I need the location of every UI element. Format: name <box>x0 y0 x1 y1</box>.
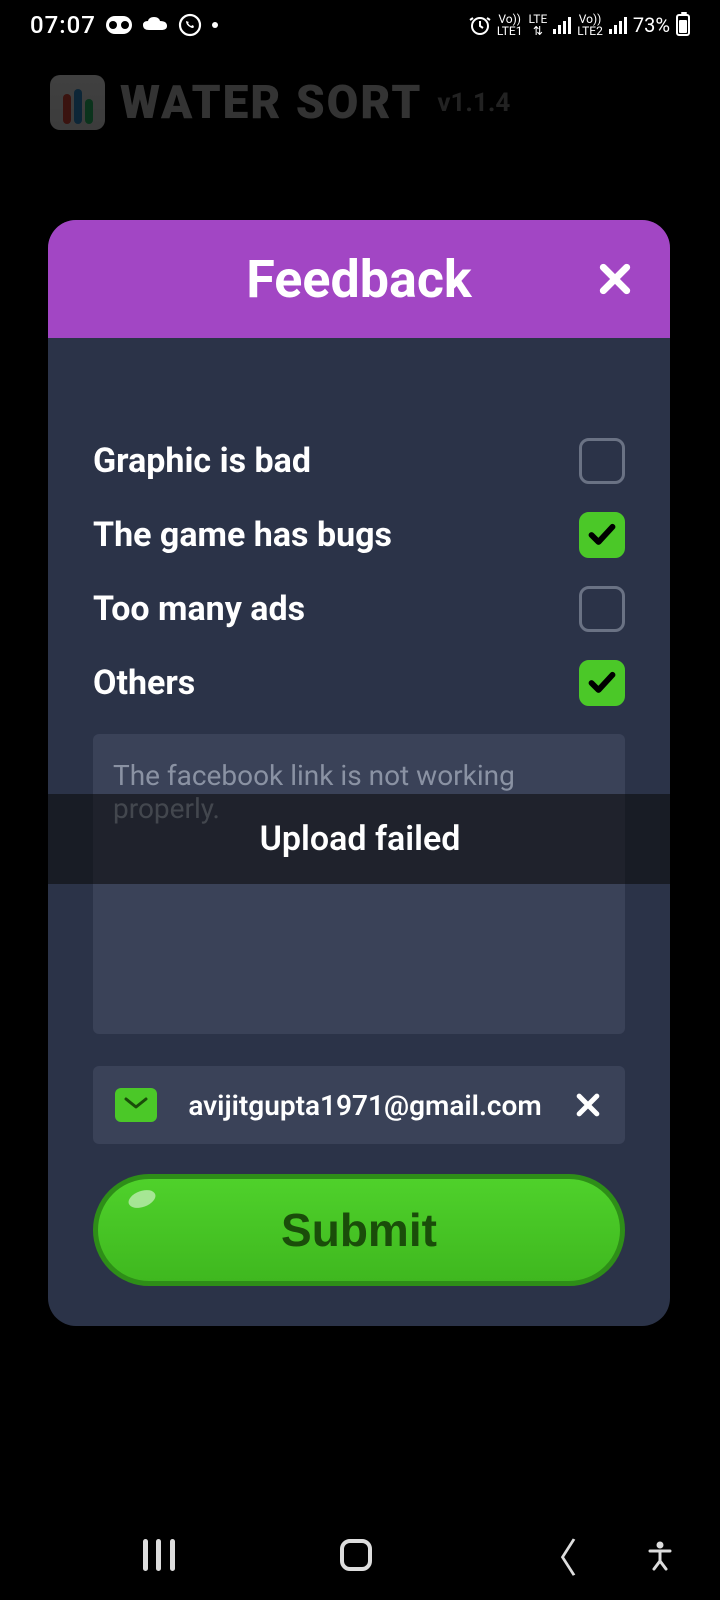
nav-back-button[interactable]: 〈 <box>537 1526 577 1584</box>
checkbox-icon[interactable] <box>579 438 625 484</box>
whatsapp-icon <box>178 13 202 37</box>
option-label: Others <box>93 663 195 703</box>
modal-title: Feedback <box>246 249 471 310</box>
cloud-icon <box>142 16 168 34</box>
dot-icon <box>212 22 218 28</box>
battery-percent: 73% <box>633 13 670 37</box>
lte-data-icon: LTE⇅ <box>528 13 547 37</box>
signal-bars-2 <box>609 16 627 34</box>
app-version: v1.1.4 <box>437 88 510 118</box>
nav-home-button[interactable] <box>340 1539 372 1571</box>
signal-bars-1 <box>553 16 571 34</box>
app-title: WATER SORT <box>120 76 422 130</box>
toast-text: Upload failed <box>260 819 461 859</box>
option-label: Too many ads <box>93 589 305 629</box>
email-field-row[interactable]: avijitgupta1971@gmail.com <box>93 1066 625 1144</box>
background-app-header: WATER SORT v1.1.4 <box>50 75 510 130</box>
modal-body: Graphic is bad The game has bugs Too man… <box>48 338 670 1326</box>
option-too-many-ads[interactable]: Too many ads <box>93 586 625 632</box>
status-bar: 07:07 Vo))LTE1 LTE⇅ Vo))LTE2 73% <box>0 0 720 50</box>
email-value: avijitgupta1971@gmail.com <box>175 1089 555 1122</box>
nav-recents-button[interactable] <box>143 1539 175 1571</box>
mail-icon <box>115 1088 157 1122</box>
status-left: 07:07 <box>30 11 218 39</box>
upload-failed-toast: Upload failed <box>48 794 670 884</box>
option-game-bugs[interactable]: The game has bugs <box>93 512 625 558</box>
feedback-textarea-wrap: Upload failed <box>93 734 625 1038</box>
modal-header: Feedback <box>48 220 670 338</box>
checkbox-icon[interactable] <box>579 586 625 632</box>
lte1-indicator: Vo))LTE1 <box>497 13 523 37</box>
navigation-bar: 〈 <box>0 1510 720 1600</box>
feedback-textarea[interactable] <box>93 734 625 1034</box>
option-graphic-bad[interactable]: Graphic is bad <box>93 438 625 484</box>
option-label: The game has bugs <box>93 515 392 555</box>
feedback-modal: Feedback Graphic is bad The game has bug… <box>48 220 670 1326</box>
option-label: Graphic is bad <box>93 441 311 481</box>
accessibility-icon[interactable] <box>640 1535 680 1575</box>
checkbox-checked-icon[interactable] <box>579 660 625 706</box>
close-icon[interactable] <box>595 259 635 299</box>
clear-email-icon[interactable] <box>573 1090 603 1120</box>
battery-icon <box>676 14 690 36</box>
clock-time: 07:07 <box>30 11 96 39</box>
submit-button[interactable]: Submit <box>93 1174 625 1286</box>
option-others[interactable]: Others <box>93 660 625 706</box>
lte2-indicator: Vo))LTE2 <box>577 13 603 37</box>
voicemail-icon <box>106 16 132 34</box>
app-icon <box>50 75 105 130</box>
checkbox-checked-icon[interactable] <box>579 512 625 558</box>
alarm-icon <box>469 14 491 36</box>
status-right: Vo))LTE1 LTE⇅ Vo))LTE2 73% <box>469 13 690 37</box>
